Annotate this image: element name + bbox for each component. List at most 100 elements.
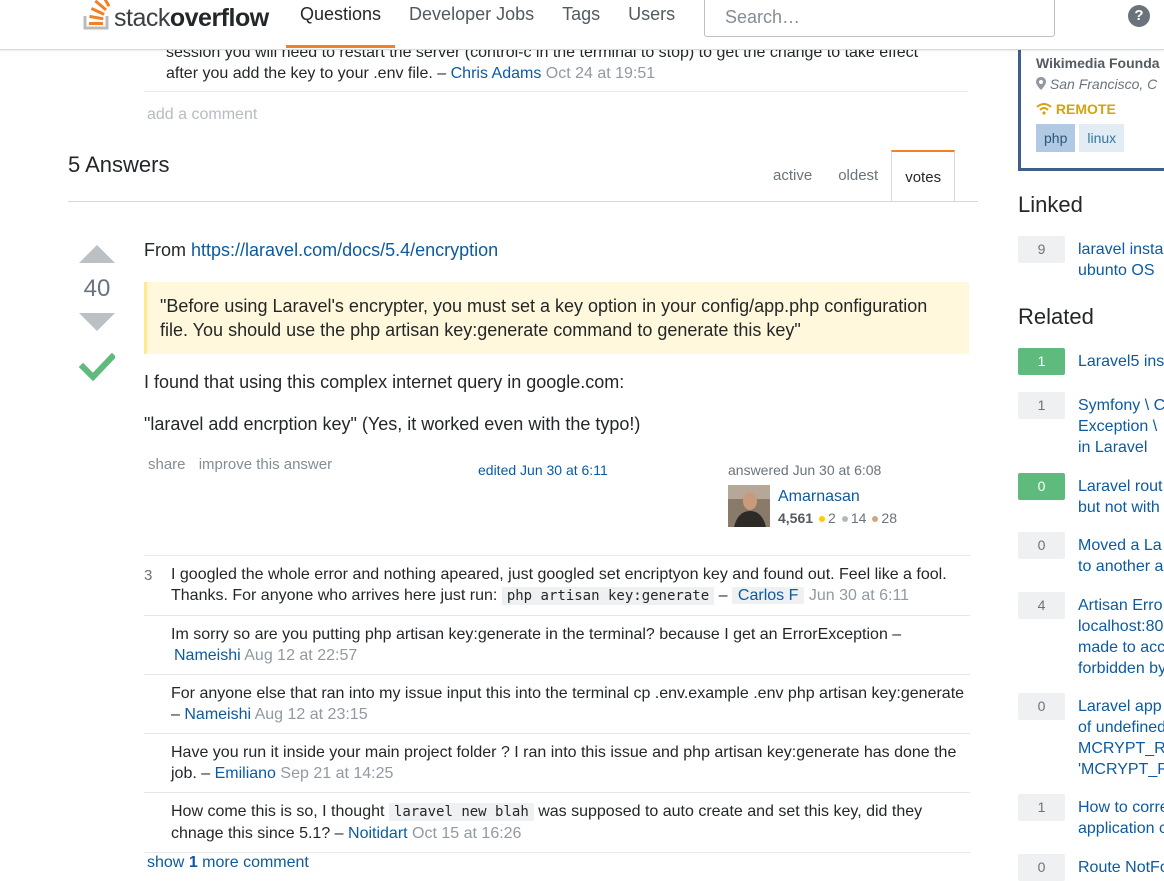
show-more-count: 1 [188, 854, 198, 871]
related-link-line: Exception \ [1078, 418, 1158, 435]
avatar[interactable] [728, 485, 770, 527]
related-link[interactable]: Route NotFo [1078, 857, 1164, 878]
related-link-line: MCRYPT_R [1078, 740, 1164, 757]
comment-dash: – [714, 587, 728, 604]
comment-item: For anyone else that ran into my issue i… [144, 674, 970, 733]
answered-time: answered Jun 30 at 6:08 [728, 462, 882, 478]
related-score-badge: 0 [1018, 473, 1065, 500]
help-icon[interactable]: ? [1128, 5, 1150, 27]
nav-questions[interactable]: Questions [286, 0, 396, 48]
tabs-divider [68, 201, 978, 202]
job-tag-php[interactable]: php [1036, 124, 1076, 152]
related-link-line: 'MCRYPT_R [1078, 761, 1164, 778]
tab-oldest[interactable]: oldest [825, 150, 891, 202]
related-link-line: to another a [1078, 558, 1164, 575]
job-tag-linux[interactable]: linux [1079, 124, 1125, 152]
job-location-text: San Francisco, C [1049, 76, 1158, 92]
job-remote-text: REMOTE [1055, 101, 1116, 117]
edited-link[interactable]: edited Jun 30 at 6:11 [478, 462, 608, 478]
wifi-icon [1036, 103, 1052, 115]
comment-item: Have you run it inside your main project… [144, 733, 970, 792]
related-link-line: How to corre [1078, 799, 1164, 816]
show-more-label-end: more comment [202, 854, 309, 871]
location-pin-icon [1036, 77, 1046, 90]
share-link[interactable]: share [148, 456, 186, 473]
improve-answer-link[interactable]: improve this answer [199, 456, 332, 473]
linked-link[interactable]: laravel insta ubunto OS [1078, 239, 1163, 281]
job-company: Wikimedia Founda [1036, 55, 1160, 71]
comment-user-link[interactable]: Nameishi [174, 647, 241, 664]
site-name-prefix: stack [114, 3, 170, 32]
related-link-line: in Laravel [1078, 439, 1148, 456]
search-input[interactable]: Search… [704, 0, 1055, 37]
reputation: 4,561 2 14 28 [778, 510, 897, 526]
tab-votes[interactable]: votes [891, 150, 956, 202]
related-link[interactable]: Laravel app of undefined MCRYPT_R 'MCRYP… [1078, 696, 1164, 780]
inline-code: php artisan key:generate [501, 587, 715, 605]
comment-user-link[interactable]: Carlos F [731, 587, 805, 604]
job-remote: REMOTE [1036, 101, 1116, 117]
related-link-line: of undefined [1078, 719, 1164, 736]
answers-header: 5 Answers [68, 152, 170, 177]
related-link-line: Artisan Erro [1078, 597, 1163, 614]
comment-user-link[interactable]: Emiliano [215, 765, 276, 782]
user-name-link[interactable]: Amarnasan [778, 488, 860, 506]
related-title: Related [1018, 304, 1094, 329]
related-score-badge: 1 [1018, 392, 1065, 419]
related-link-line: Route NotFo [1078, 859, 1164, 876]
answer-paragraph-2: "laravel add encrption key" (Yes, it wor… [144, 414, 641, 434]
linked-score-badge: 9 [1018, 236, 1065, 263]
related-score-badge: 0 [1018, 693, 1065, 720]
related-score-badge: 0 [1018, 532, 1065, 559]
related-link-line: forbidden by [1078, 660, 1164, 677]
user-signature: answered Jun 30 at 6:08 Amarnasan 4,561 2… [728, 462, 897, 527]
related-link[interactable]: Artisan Erro localhost:80 made to acc fo… [1078, 595, 1164, 679]
related-link[interactable]: Symfony \ C Exception \ in Laravel [1078, 395, 1164, 458]
nav-users[interactable]: Users [614, 0, 689, 48]
comment-time: Aug 12 at 23:15 [254, 706, 368, 723]
comment-user-link[interactable]: Noitidart [348, 825, 408, 842]
upvote-arrow-icon[interactable] [79, 245, 115, 263]
comment-score: 3 [144, 567, 153, 584]
comment-text: Im sorry so are you putting php artisan … [171, 626, 902, 643]
related-link-line: but not with [1078, 499, 1160, 516]
related-link-line: Laravel5 ins [1078, 353, 1164, 370]
nav-developer-jobs[interactable]: Developer Jobs [395, 0, 548, 48]
previous-comment-user[interactable]: Chris Adams [451, 65, 542, 82]
comment-item: How come this is so, I thought laravel n… [144, 792, 970, 852]
divider [144, 91, 968, 92]
downvote-arrow-icon[interactable] [79, 313, 115, 331]
silver-badge-count: 14 [850, 510, 867, 526]
comment-time: Sep 21 at 14:25 [280, 765, 394, 782]
comment-time: Oct 15 at 16:26 [412, 825, 522, 842]
related-link[interactable]: Moved a La to another a [1078, 535, 1163, 577]
show-more-comments-link[interactable]: show 1 more comment [147, 854, 309, 872]
linked-title: Linked [1018, 192, 1083, 217]
site-name: stackoverflow [114, 4, 269, 33]
related-link[interactable]: How to corre application c [1078, 797, 1164, 839]
related-score-badge: 4 [1018, 592, 1065, 619]
related-link-line: Laravel app [1078, 698, 1162, 715]
main-content: session you will need to restart the ser… [0, 0, 1000, 881]
site-logo[interactable]: stackoverflow [82, 0, 269, 34]
related-link[interactable]: Laravel5 ins [1078, 351, 1164, 372]
related-link[interactable]: Laravel rout but not with [1078, 476, 1163, 518]
bronze-badge-icon [872, 516, 879, 522]
related-score-badge: 0 [1018, 854, 1065, 881]
tab-active[interactable]: active [760, 150, 825, 202]
related-score-badge: 1 [1018, 348, 1065, 375]
job-location: San Francisco, C [1036, 76, 1157, 92]
job-ad[interactable]: Wikimedia Founda San Francisco, C REMOTE… [1018, 38, 1164, 171]
post-menu: share improve this answer [148, 456, 341, 473]
top-bar: stackoverflow Questions Developer Jobs T… [0, 0, 1164, 50]
docs-link[interactable]: https://laravel.com/docs/5.4/encryption [191, 240, 498, 260]
show-more-label: show [147, 854, 185, 871]
add-comment-link[interactable]: add a comment [147, 106, 257, 124]
site-name-bold: overflow [169, 3, 269, 32]
comment-user-link[interactable]: Nameishi [184, 706, 251, 723]
answer-paragraph-1: I found that using this complex internet… [144, 372, 625, 392]
vote-count: 40 [83, 275, 111, 302]
nav-tags[interactable]: Tags [548, 0, 614, 48]
comment-time: Aug 12 at 22:57 [244, 647, 358, 664]
related-link-line: Laravel rout [1078, 478, 1163, 495]
